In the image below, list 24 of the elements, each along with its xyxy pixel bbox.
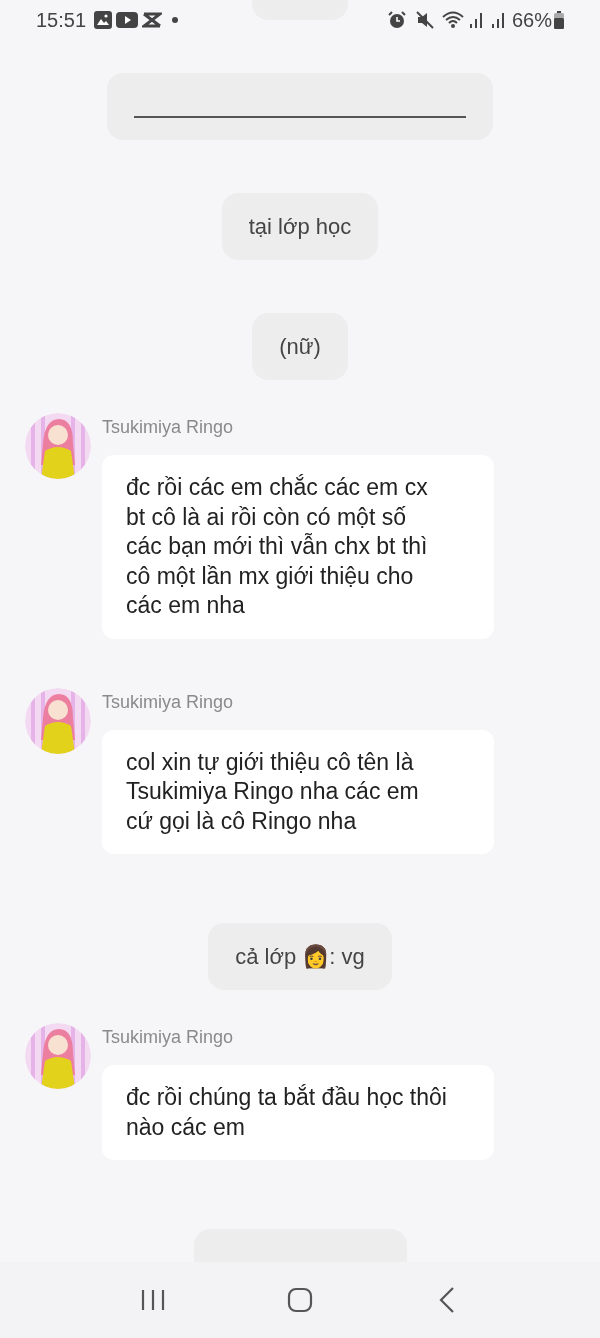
battery-percent: 66% (511, 8, 552, 33)
sender-name: Tsukimiya Ringo (102, 690, 235, 714)
mute-icon (415, 11, 434, 29)
cross-icon (142, 12, 163, 28)
status-time: 15:51 (36, 8, 87, 33)
signal-icon (469, 12, 484, 28)
narration-bubble: tại lớp học (221, 193, 379, 260)
sender-name: Tsukimiya Ringo (102, 1026, 235, 1049)
message-bubble: đc rồi các em chắc các em cx bt cô là ai rồi còn có một số các bạn mới thì vẫn chx bt thì cô một lần mx giới thiệu cho các em nha (102, 455, 494, 639)
message-bubble: col xin tự giới thiệu cô tên là Tsukimiya Ringo nha các em cứ gọi là cô Ringo nha (102, 729, 494, 854)
alarm-icon (387, 11, 406, 29)
back-icon (438, 1287, 455, 1313)
wifi-icon (441, 11, 466, 29)
sender-name: Tsukimiya Ringo (102, 416, 235, 439)
recent-apps-icon (140, 1289, 167, 1311)
narration-bubble: cả lớp 👩: vg (208, 923, 392, 990)
signal-icon (491, 12, 506, 28)
narration-bubble: (nữ) (252, 313, 348, 380)
message-bubble: đc rồi chúng ta bắt đầu học thôi nào các em (102, 1065, 494, 1160)
play-icon (116, 12, 139, 28)
battery-icon (554, 11, 564, 29)
image-icon (94, 11, 113, 29)
home-icon (287, 1287, 313, 1313)
dot-icon (172, 17, 179, 23)
